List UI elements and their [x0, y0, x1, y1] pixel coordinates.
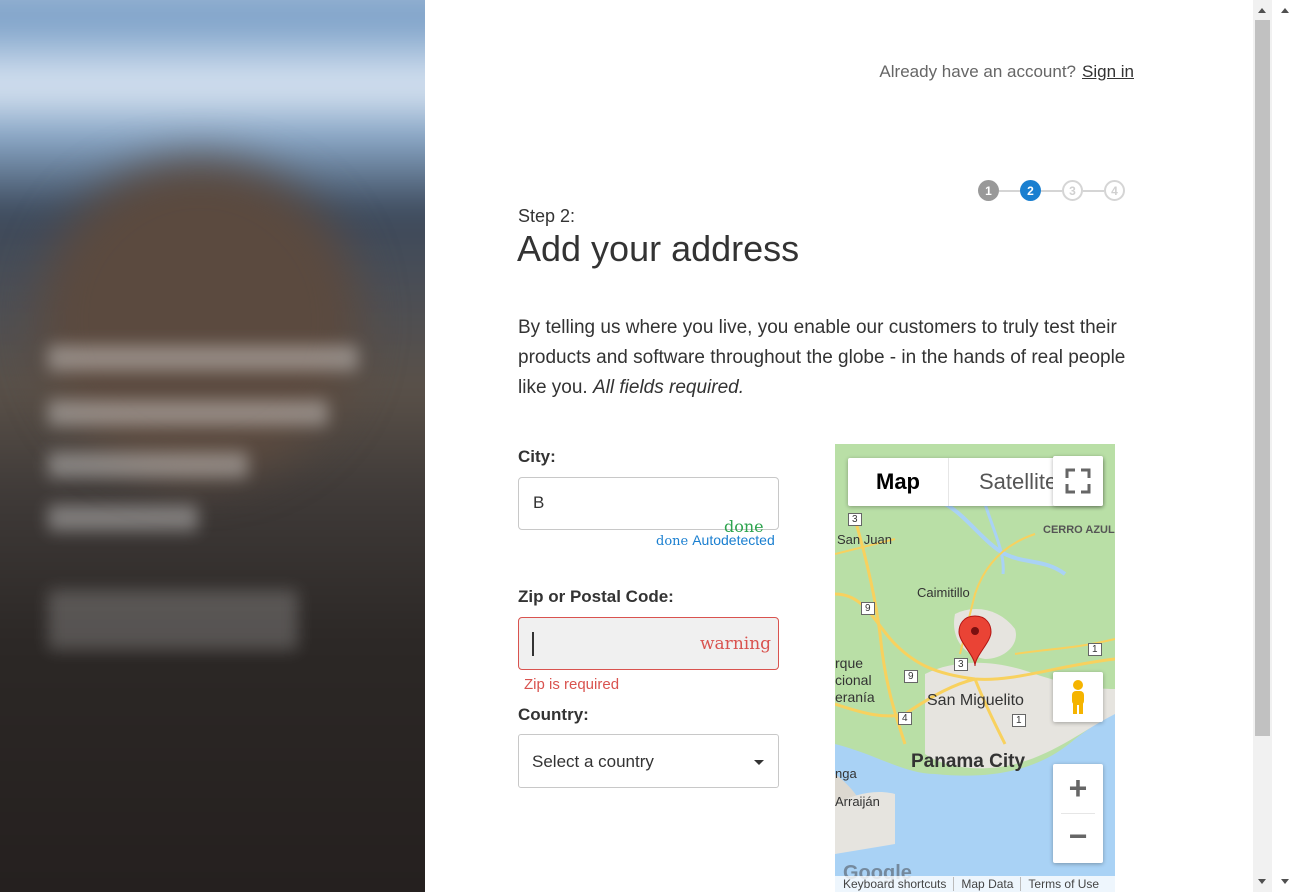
- scroll-thumb[interactable]: [1255, 20, 1270, 736]
- terms-link[interactable]: Terms of Use: [1020, 877, 1106, 891]
- hero-blur-shape: [40, 160, 360, 480]
- scroll-down-icon[interactable]: [1258, 879, 1266, 884]
- map-label: eranía: [835, 689, 875, 705]
- map-data-link[interactable]: Map Data: [953, 877, 1020, 891]
- keyboard-shortcuts-link[interactable]: Keyboard shortcuts: [835, 877, 953, 891]
- zip-error: Zip is required: [524, 676, 620, 693]
- map-label: Caimitillo: [917, 585, 970, 600]
- map-label: rque: [835, 655, 864, 671]
- page-title: Add your address: [517, 228, 800, 269]
- zoom-in-button[interactable]: +: [1053, 764, 1103, 813]
- hero-blurred-text: [48, 400, 328, 426]
- autodetected-note: done Autodetected: [656, 532, 775, 549]
- route-shield: 1: [1088, 643, 1102, 656]
- outer-scroll-up-icon[interactable]: [1281, 8, 1289, 13]
- done-icon: done: [656, 534, 689, 549]
- city-label: City:: [518, 447, 556, 466]
- text-caret: [532, 632, 534, 656]
- progress-stepper: 1 2 3 4: [978, 180, 1125, 201]
- fullscreen-button[interactable]: [1053, 456, 1103, 506]
- step-connector: [1041, 189, 1062, 192]
- hero-image: [0, 0, 425, 892]
- hero-blurred-text: [48, 590, 298, 650]
- map-label: CERRO AZUL: [1043, 524, 1115, 536]
- map-label: Panama City: [911, 751, 1026, 772]
- step-2: 2: [1020, 180, 1041, 201]
- country-label: Country:: [518, 705, 589, 724]
- zip-label: Zip or Postal Code:: [518, 587, 674, 606]
- intro-emphasis: All fields required.: [592, 377, 745, 398]
- route-shield: 1: [1012, 714, 1026, 727]
- chevron-down-icon: [754, 760, 764, 765]
- map-widget[interactable]: San Juan CERRO AZUL Caimitillo rque cion…: [835, 444, 1115, 892]
- route-shield: 4: [898, 712, 912, 725]
- country-selected: Select a country: [532, 752, 654, 771]
- city-input[interactable]: B done: [518, 477, 779, 536]
- route-shield: 9: [904, 670, 918, 683]
- map-label: cional: [835, 672, 872, 688]
- step-connector: [999, 189, 1020, 192]
- outer-scroll-down-icon[interactable]: [1281, 879, 1289, 884]
- zoom-control: + −: [1053, 764, 1103, 863]
- signin-prompt: Already have an account?: [879, 62, 1077, 81]
- street-view-button[interactable]: [1053, 672, 1103, 722]
- map-label: Arraiján: [835, 794, 880, 809]
- zip-input[interactable]: warning: [518, 617, 779, 670]
- map-label: San Juan: [837, 532, 892, 547]
- signin-row: Already have an account? Sign in: [879, 62, 1134, 82]
- step-3: 3: [1062, 180, 1083, 201]
- map-label: San Miguelito: [927, 692, 1024, 709]
- warning-icon: warning: [700, 634, 772, 654]
- zoom-divider: [1061, 813, 1095, 814]
- step-4: 4: [1104, 180, 1125, 201]
- step-label: Step 2:: [518, 206, 576, 226]
- hero-blurred-text: [48, 345, 358, 371]
- country-select[interactable]: Select a country: [518, 734, 779, 788]
- step-1: 1: [978, 180, 999, 201]
- scroll-up-icon[interactable]: [1258, 8, 1266, 13]
- pegman-icon: [1072, 680, 1084, 714]
- route-shield: 3: [848, 513, 862, 526]
- intro-text: By telling us where you live, you enable…: [518, 313, 1138, 403]
- tab-map[interactable]: Map: [848, 458, 948, 506]
- autodetected-text: Autodetected: [692, 532, 775, 548]
- hero-blurred-text: [48, 452, 248, 478]
- city-value: B: [533, 493, 545, 512]
- step-connector: [1083, 189, 1104, 192]
- signin-link[interactable]: Sign in: [1082, 62, 1134, 81]
- map-label: nga: [835, 766, 857, 781]
- map-footer: Keyboard shortcuts Map Data Terms of Use: [835, 876, 1115, 892]
- hero-blurred-text: [48, 505, 198, 531]
- route-shield: 9: [861, 602, 875, 615]
- zoom-out-button[interactable]: −: [1053, 813, 1103, 862]
- route-shield: 3: [954, 658, 968, 671]
- page-scrollbar[interactable]: [1253, 0, 1272, 892]
- fullscreen-icon: [1065, 468, 1091, 494]
